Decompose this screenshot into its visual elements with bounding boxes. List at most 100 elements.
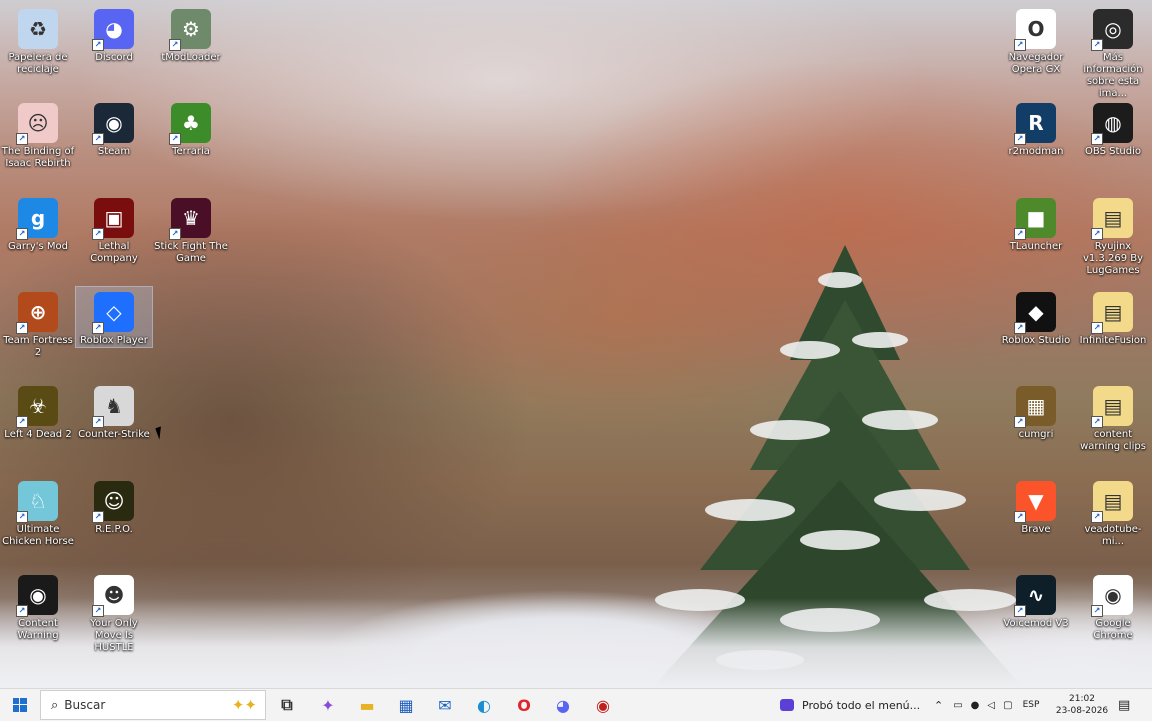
terraria-icon: ♣ ↗ bbox=[169, 103, 211, 145]
desktop-icon[interactable]: O ↗ Navegador Opera GX bbox=[998, 4, 1074, 76]
search-icon: ⌕ bbox=[51, 697, 59, 713]
desktop-icon[interactable]: ♻ Papelera de reciclaje bbox=[0, 4, 76, 76]
taskbar-button[interactable]: ⧉ bbox=[273, 689, 301, 721]
desktop-icon[interactable]: ◍ ↗ OBS Studio bbox=[1075, 98, 1151, 158]
chrome-icon: ◉ ↗ bbox=[1091, 575, 1133, 617]
taskbar-button[interactable]: ✦ bbox=[314, 689, 342, 721]
shortcut-arrow-icon: ↗ bbox=[92, 511, 104, 523]
desktop-icon-label: Brave bbox=[1021, 524, 1051, 535]
desktop-icon[interactable]: ⊕ ↗ Team Fortress 2 bbox=[0, 287, 76, 359]
network-icon[interactable]: ▭ bbox=[953, 700, 962, 711]
folder-icon: ▤ ↗ bbox=[1091, 481, 1133, 523]
shortcut-arrow-icon: ↗ bbox=[16, 511, 28, 523]
taskbar-button[interactable]: ◉ bbox=[589, 689, 617, 721]
system-tray: ⌃ ▭ ● ◁ ▢ ESP bbox=[930, 689, 1045, 721]
language-indicator[interactable]: ESP bbox=[1023, 700, 1040, 710]
desktop-icon[interactable]: ◇ ↗ Roblox Player bbox=[75, 286, 153, 348]
desktop-icon[interactable]: ▤ ↗ veadotube-mi... bbox=[1075, 476, 1151, 548]
desktop-icon[interactable]: ▼ ↗ Brave bbox=[998, 476, 1074, 536]
opera-icon: O bbox=[517, 695, 531, 715]
desktop-icon[interactable]: ◉ ↗ Content Warning bbox=[0, 570, 76, 642]
desktop-icon[interactable]: ◉ ↗ Steam bbox=[76, 98, 152, 158]
desktop-icon[interactable]: ▣ ↗ Lethal Company bbox=[76, 193, 152, 265]
taskbar-button[interactable]: ▬ bbox=[353, 689, 381, 721]
desktop-icon[interactable]: ☣ ↗ Left 4 Dead 2 bbox=[0, 381, 76, 441]
desktop-icon[interactable]: ∿ ↗ Voicemod V3 bbox=[998, 570, 1074, 630]
desktop-icon[interactable]: ▤ ↗ InfiniteFusion bbox=[1075, 287, 1151, 347]
shortcut-arrow-icon: ↗ bbox=[1014, 511, 1026, 523]
desktop-icon[interactable]: ☹ ↗ The Binding of Isaac Rebirth bbox=[0, 98, 76, 170]
desktop-icon-label: Voicemod V3 bbox=[1003, 618, 1069, 629]
clock-time: 21:02 bbox=[1069, 694, 1095, 704]
battery-icon[interactable]: ▢ bbox=[1003, 700, 1012, 711]
desktop-icon-label: Navegador Opera GX bbox=[1008, 52, 1064, 75]
desktop-icon[interactable]: ◆ ↗ Roblox Studio bbox=[998, 287, 1074, 347]
start-button[interactable] bbox=[4, 689, 36, 721]
taskbar-button[interactable]: O bbox=[510, 689, 538, 721]
wallpaper-snow bbox=[0, 598, 1152, 688]
desktop-icon[interactable]: ♣ ↗ Terraria bbox=[153, 98, 229, 158]
desktop-icon-label: Garry's Mod bbox=[7, 241, 69, 252]
recycle-bin-icon: ♻ bbox=[18, 9, 58, 49]
shortcut-arrow-icon: ↗ bbox=[1091, 322, 1103, 334]
shortcut-arrow-icon: ↗ bbox=[92, 322, 104, 334]
desktop-icon-label: r2modman bbox=[1008, 146, 1064, 157]
desktop-icon-label: cumgri bbox=[1018, 429, 1054, 440]
isaac-icon: ☹ ↗ bbox=[16, 103, 58, 145]
search-highlight-icon: ✦✦ bbox=[231, 696, 257, 714]
content-warning-icon: ◉ ↗ bbox=[16, 575, 58, 617]
desktop-icon[interactable]: ◎ ↗ Más información sobre esta ima... bbox=[1075, 4, 1151, 100]
file-explorer-icon: ▬ bbox=[359, 695, 375, 715]
desktop-icon-label: Your Only Move Is HUSTLE bbox=[90, 618, 138, 653]
taskbar-button[interactable]: ◕ bbox=[549, 689, 577, 721]
r2modman-icon: R ↗ bbox=[1014, 103, 1056, 145]
shortcut-arrow-icon: ↗ bbox=[92, 133, 104, 145]
desktop-icon[interactable]: ◉ ↗ Google Chrome bbox=[1075, 570, 1151, 642]
repo-icon: ☺ ↗ bbox=[92, 481, 134, 523]
desktop-icon[interactable]: ■ ↗ TLauncher bbox=[998, 193, 1074, 253]
shortcut-arrow-icon: ↗ bbox=[16, 322, 28, 334]
desktop-icon[interactable]: ◕ ↗ Discord bbox=[76, 4, 152, 64]
microsoft-store-icon: ▦ bbox=[398, 695, 414, 715]
taskbar-button[interactable]: ◐ bbox=[470, 689, 498, 721]
roblox-player-icon: ◇ ↗ bbox=[92, 292, 134, 334]
desktop-icon[interactable]: ⚙ ↗ tModLoader bbox=[153, 4, 229, 64]
desktop-icon[interactable]: ♘ ↗ Ultimate Chicken Horse bbox=[0, 476, 76, 548]
shortcut-arrow-icon: ↗ bbox=[1014, 322, 1026, 334]
chicken-horse-icon: ♘ ↗ bbox=[16, 481, 58, 523]
taskbar-button[interactable]: ▦ bbox=[392, 689, 420, 721]
microphone-icon[interactable]: ● bbox=[971, 700, 980, 711]
taskbar-button[interactable]: ✉ bbox=[431, 689, 459, 721]
shortcut-arrow-icon: ↗ bbox=[169, 228, 181, 240]
desktop-icon-label: InfiniteFusion bbox=[1079, 335, 1147, 346]
desktop-icon-label: Left 4 Dead 2 bbox=[4, 429, 72, 440]
desktop-icon[interactable]: ☺ ↗ R.E.P.O. bbox=[76, 476, 152, 536]
search-input[interactable]: ⌕ Buscar ✦✦ bbox=[40, 690, 266, 720]
chevron-up-icon[interactable]: ⌃ bbox=[934, 699, 943, 712]
tf2-icon: ⊕ ↗ bbox=[16, 292, 58, 334]
desktop-icon-label: Lethal Company bbox=[90, 241, 138, 264]
desktop-icon-label: Ryujinx v1.3.269 By LugGames bbox=[1082, 241, 1144, 276]
desktop-icon[interactable]: ♞ ↗ Counter-Strike bbox=[76, 381, 152, 441]
lethal-company-icon: ▣ ↗ bbox=[92, 198, 134, 240]
hustle-icon: ☻ ↗ bbox=[92, 575, 134, 617]
desktop-icon[interactable]: R ↗ r2modman bbox=[998, 98, 1074, 158]
desktop-icon[interactable]: ☻ ↗ Your Only Move Is HUSTLE bbox=[76, 570, 152, 654]
garrys-mod-icon: g ↗ bbox=[16, 198, 58, 240]
clock[interactable]: 21:02 23-08-2026 bbox=[1052, 689, 1112, 721]
desktop-icon[interactable]: ▦ ↗ cumgri bbox=[998, 381, 1074, 441]
shortcut-arrow-icon: ↗ bbox=[1014, 39, 1026, 51]
desktop-icon-label: Discord bbox=[95, 52, 133, 63]
volume-icon[interactable]: ◁ bbox=[987, 700, 995, 711]
widget-text: Probó todo el menú... bbox=[802, 698, 921, 712]
copilot-icon: ✦ bbox=[321, 695, 335, 715]
desktop-icon[interactable]: g ↗ Garry's Mod bbox=[0, 193, 76, 253]
desktop-icon[interactable]: ▤ ↗ content warning clips bbox=[1075, 381, 1151, 453]
notifications-button[interactable]: ▤ bbox=[1118, 689, 1138, 721]
desktop-icon-label: R.E.P.O. bbox=[95, 524, 133, 535]
desktop-icon[interactable]: ▤ ↗ Ryujinx v1.3.269 By LugGames bbox=[1075, 193, 1151, 277]
notification-widget[interactable]: Probó todo el menú... bbox=[780, 689, 920, 721]
desktop-icon[interactable]: ♛ ↗ Stick Fight The Game bbox=[153, 193, 229, 265]
taskbar: ⌕ Buscar ✦✦ ⧉ ✦ ▬ ▦ ✉ ◐ O ◕ ◉ Probó todo el menú… bbox=[0, 688, 1152, 721]
desktop[interactable]: ♻ Papelera de reciclaje ◕ ↗ Discord ⚙ ↗ tModLoa… bbox=[0, 0, 1152, 688]
